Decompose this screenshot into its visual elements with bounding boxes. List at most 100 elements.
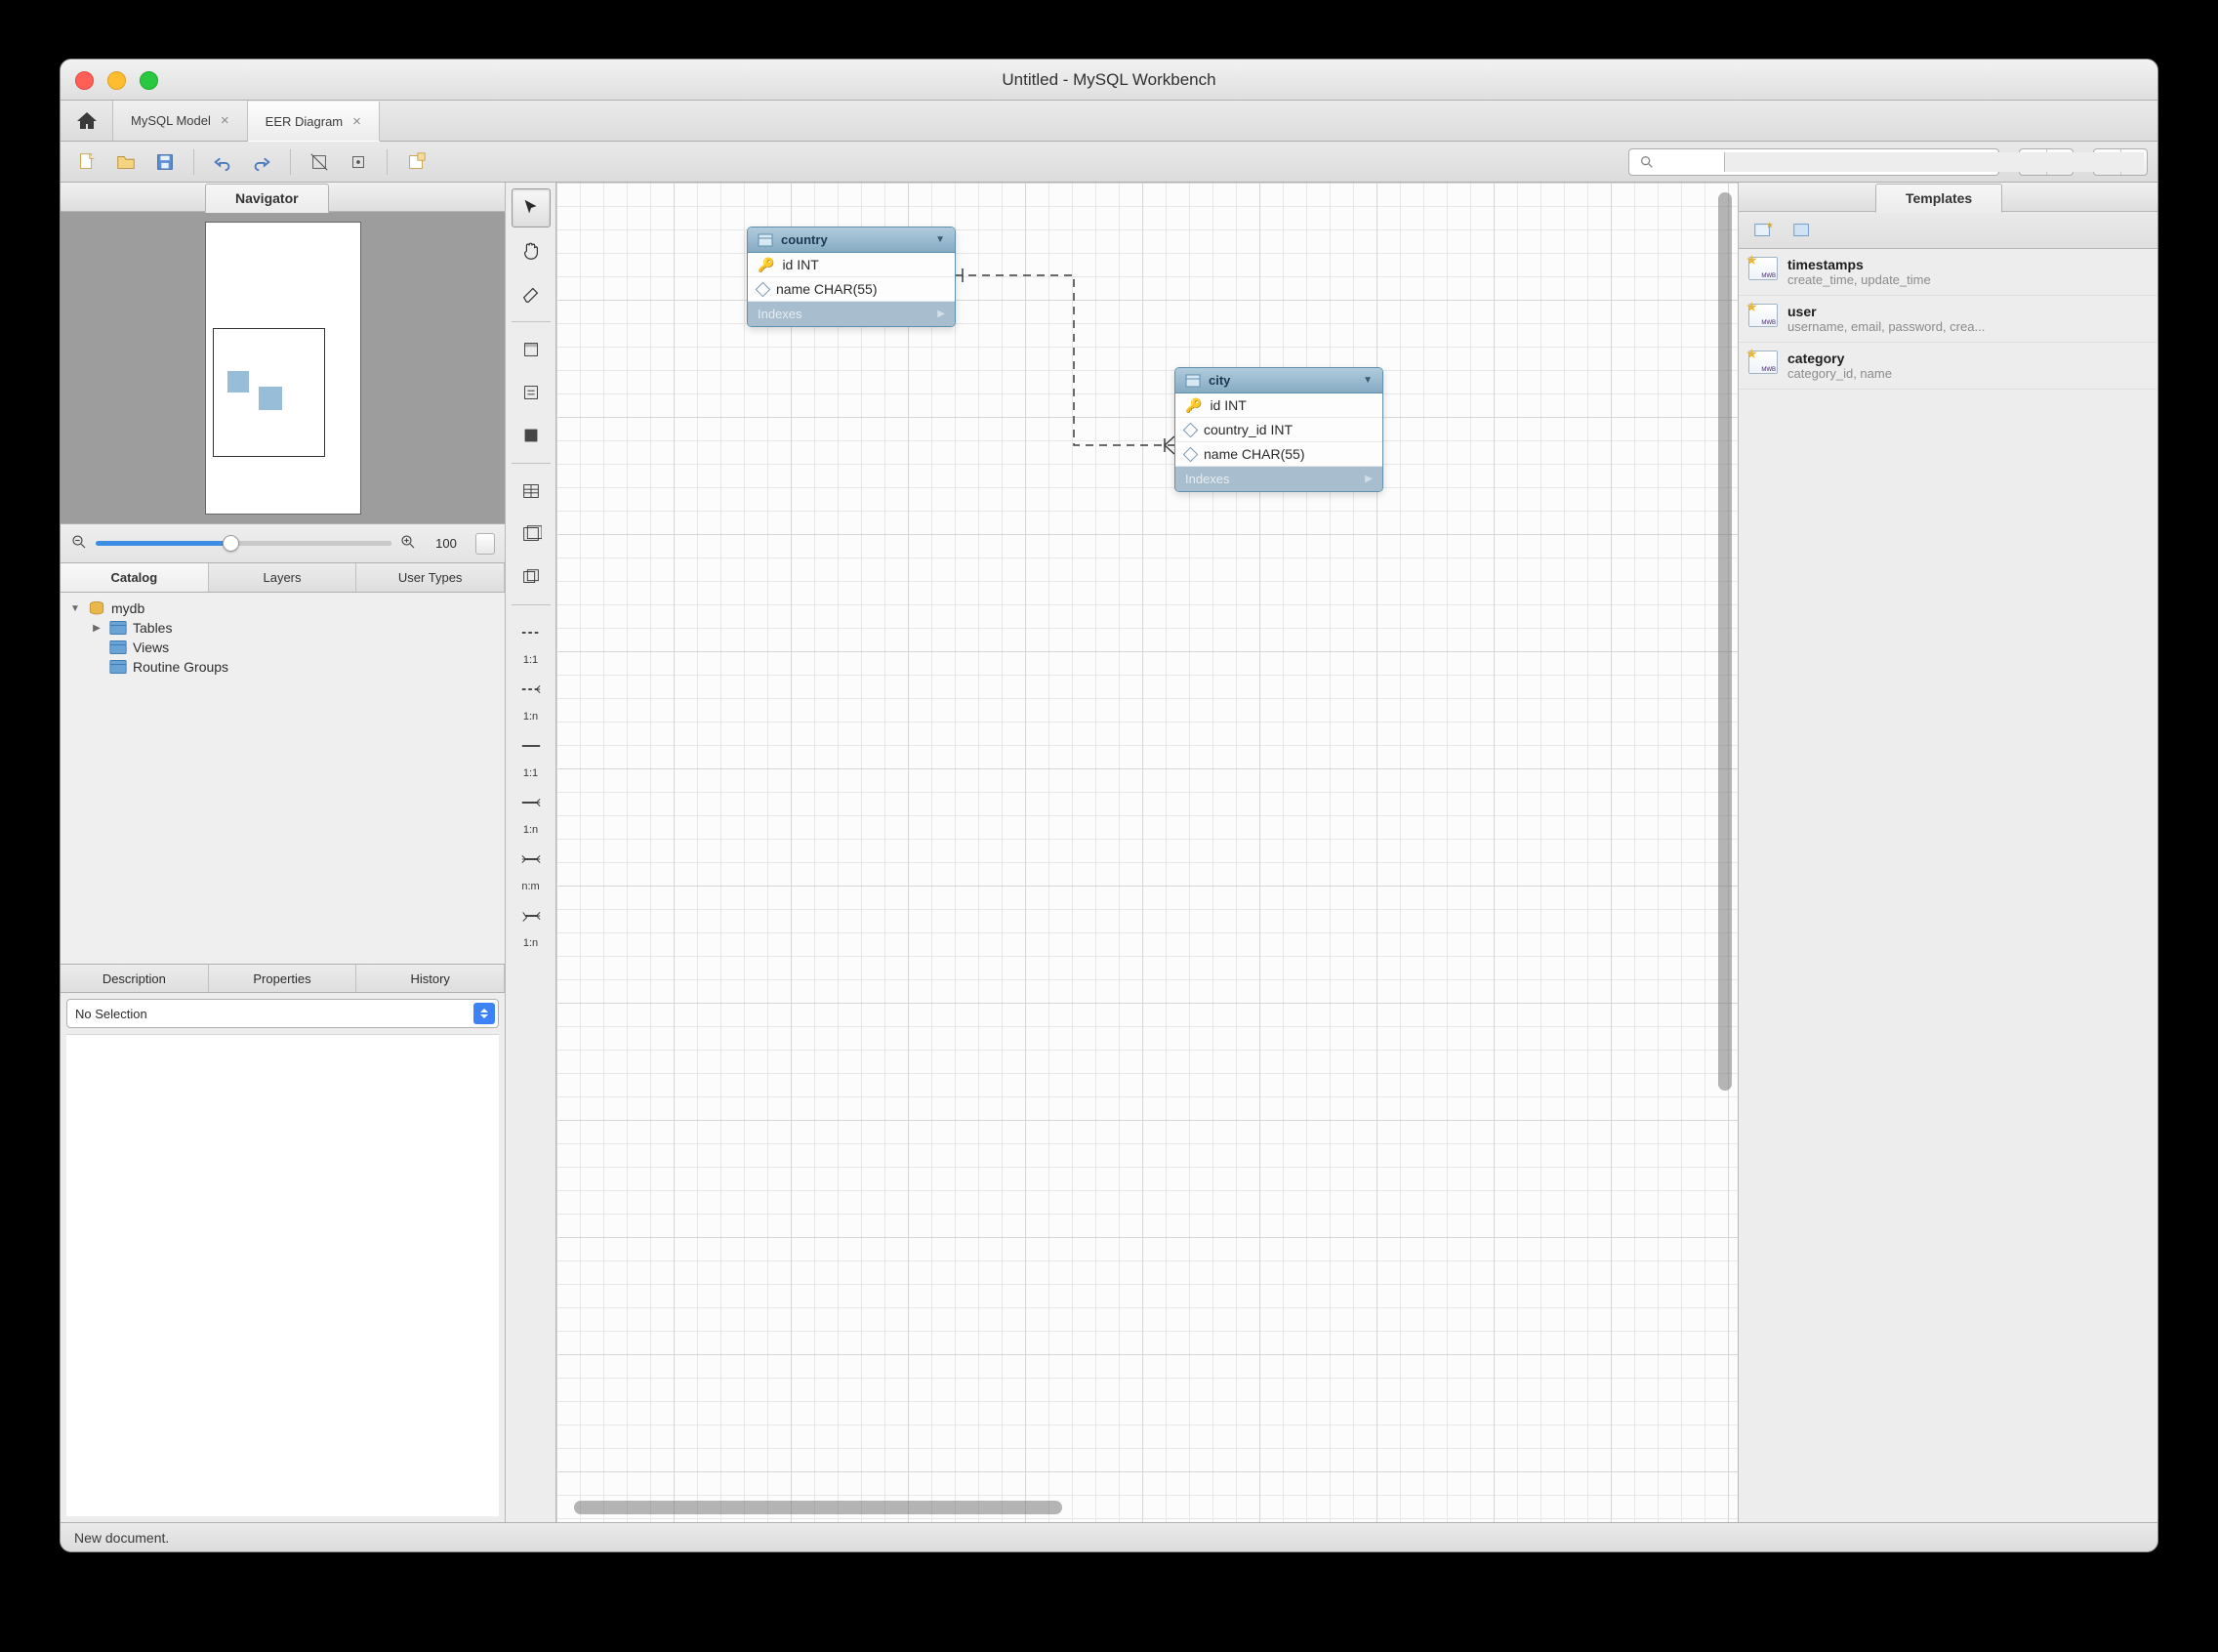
- zoom-control: 100: [61, 524, 505, 563]
- tab-description[interactable]: Description: [61, 965, 209, 992]
- collapse-icon[interactable]: ▼: [1363, 375, 1373, 386]
- home-button[interactable]: [61, 101, 113, 141]
- template-apply-button[interactable]: [1786, 217, 1819, 244]
- align-objects-button[interactable]: [342, 148, 375, 176]
- template-icon: [1748, 351, 1778, 374]
- tab-label: MySQL Model: [131, 113, 211, 128]
- rel-label-1-1: 1:1: [523, 767, 538, 779]
- tool-select[interactable]: [512, 188, 551, 227]
- column-icon: [1183, 422, 1199, 437]
- right-panel-toggle[interactable]: [2093, 148, 2148, 176]
- tree-item-mydb[interactable]: ▼mydb: [68, 599, 497, 618]
- rel-label-1-n: 1:n: [523, 937, 538, 949]
- tab-eer-diagram[interactable]: EER Diagram ×: [248, 102, 380, 142]
- entity-country[interactable]: country ▼ 🔑id INT name CHAR(55) Indexes▶: [747, 227, 956, 327]
- table-icon: [758, 233, 773, 247]
- new-document-button[interactable]: [70, 148, 103, 176]
- tool-rel-1-1-nonid[interactable]: [512, 613, 551, 652]
- new-diagram-button[interactable]: [399, 148, 432, 176]
- tool-layer[interactable]: [512, 330, 551, 369]
- tree-item-tables[interactable]: ▶Tables: [68, 618, 497, 638]
- tab-properties[interactable]: Properties: [209, 965, 357, 992]
- tool-image[interactable]: [512, 416, 551, 455]
- properties-area: [66, 1034, 499, 1516]
- indexes-row[interactable]: Indexes▶: [748, 302, 955, 326]
- column-icon: [756, 281, 771, 297]
- status-text: New document.: [74, 1530, 169, 1546]
- undo-button[interactable]: [206, 148, 239, 176]
- navigator-panel-header: Navigator: [61, 183, 505, 212]
- tool-rel-1-n-id[interactable]: [512, 783, 551, 822]
- collapse-icon[interactable]: ▼: [935, 234, 945, 245]
- rel-label-1-1: 1:1: [523, 654, 538, 666]
- tool-rel-1-n-nonid[interactable]: [512, 670, 551, 709]
- tool-new-view[interactable]: [512, 515, 551, 554]
- tab-label: EER Diagram: [266, 114, 343, 129]
- tab-layers[interactable]: Layers: [209, 563, 357, 592]
- horizontal-scrollbar[interactable]: [574, 1501, 1062, 1514]
- zoom-stepper[interactable]: [475, 533, 495, 555]
- tool-note[interactable]: [512, 373, 551, 412]
- diagram-canvas[interactable]: country ▼ 🔑id INT name CHAR(55) Indexes▶…: [556, 183, 1738, 1522]
- rel-label-1-n: 1:n: [523, 824, 538, 836]
- window-minimize-button[interactable]: [107, 71, 126, 90]
- column-row[interactable]: country_id INT: [1175, 418, 1382, 442]
- tab-user-types[interactable]: User Types: [356, 563, 505, 592]
- zoom-slider[interactable]: [96, 541, 391, 546]
- zoom-in-button[interactable]: [399, 533, 417, 554]
- tab-mysql-model[interactable]: MySQL Model ×: [113, 101, 248, 141]
- entity-city[interactable]: city ▼ 🔑id INT country_id INT name CHAR(…: [1174, 367, 1383, 492]
- tab-history[interactable]: History: [356, 965, 505, 992]
- templates-toolbar: ★: [1739, 212, 2157, 249]
- column-row[interactable]: name CHAR(55): [748, 277, 955, 302]
- zoom-out-button[interactable]: [70, 533, 88, 554]
- tool-new-routine-group[interactable]: [512, 558, 551, 597]
- catalog-tree[interactable]: ▼mydb ▶Tables Views Routine Groups: [61, 593, 505, 964]
- diagram-overview[interactable]: [61, 212, 505, 524]
- window-close-button[interactable]: [75, 71, 94, 90]
- tree-item-views[interactable]: Views: [68, 638, 497, 657]
- title-bar: Untitled - MySQL Workbench: [61, 60, 2157, 101]
- window-title: Untitled - MySQL Workbench: [1002, 70, 1215, 90]
- template-icon: [1748, 304, 1778, 327]
- column-row[interactable]: 🔑id INT: [1175, 393, 1382, 418]
- properties-tabs: Description Properties History: [61, 964, 505, 993]
- close-icon[interactable]: ×: [352, 113, 361, 130]
- template-icon: [1748, 257, 1778, 280]
- template-item-timestamps[interactable]: timestampscreate_time, update_time: [1739, 249, 2157, 296]
- template-item-user[interactable]: userusername, email, password, crea...: [1739, 296, 2157, 343]
- tree-item-routine-groups[interactable]: Routine Groups: [68, 657, 497, 677]
- templates-panel-header: Templates: [1739, 183, 2157, 212]
- tool-rel-n-m[interactable]: [512, 840, 551, 879]
- column-row[interactable]: 🔑id INT: [748, 253, 955, 277]
- indexes-row[interactable]: Indexes▶: [1175, 467, 1382, 491]
- key-icon: 🔑: [1185, 398, 1202, 412]
- template-item-category[interactable]: categorycategory_id, name: [1739, 343, 2157, 390]
- window-zoom-button[interactable]: [140, 71, 158, 90]
- save-document-button[interactable]: [148, 148, 182, 176]
- entity-name: country: [781, 232, 828, 247]
- column-icon: [1183, 446, 1199, 462]
- toggle-grid-button[interactable]: [303, 148, 336, 176]
- tool-eraser[interactable]: [512, 274, 551, 313]
- tool-rel-1-n-pick[interactable]: [512, 896, 551, 935]
- vertical-scrollbar[interactable]: [1718, 192, 1732, 1091]
- tab-catalog[interactable]: Catalog: [61, 563, 209, 592]
- main-toolbar: [61, 142, 2157, 183]
- redo-button[interactable]: [245, 148, 278, 176]
- selection-dropdown[interactable]: No Selection: [66, 999, 499, 1028]
- tool-hand[interactable]: [512, 231, 551, 270]
- tool-rel-1-1-id[interactable]: [512, 726, 551, 765]
- templates-tab[interactable]: Templates: [1875, 184, 2002, 213]
- template-add-button[interactable]: ★: [1746, 217, 1780, 244]
- tool-new-table[interactable]: [512, 472, 551, 511]
- navigator-tab[interactable]: Navigator: [205, 184, 329, 213]
- rel-label-1-n: 1:n: [523, 711, 538, 723]
- close-icon[interactable]: ×: [221, 112, 229, 129]
- svg-text:★: ★: [1766, 220, 1774, 229]
- diagram-tool-palette: 1:1 1:n 1:1 1:n n:m 1:n: [506, 183, 556, 1522]
- open-document-button[interactable]: [109, 148, 143, 176]
- search-icon: [1639, 154, 1655, 170]
- column-row[interactable]: name CHAR(55): [1175, 442, 1382, 467]
- document-tab-strip: MySQL Model × EER Diagram ×: [61, 101, 2157, 142]
